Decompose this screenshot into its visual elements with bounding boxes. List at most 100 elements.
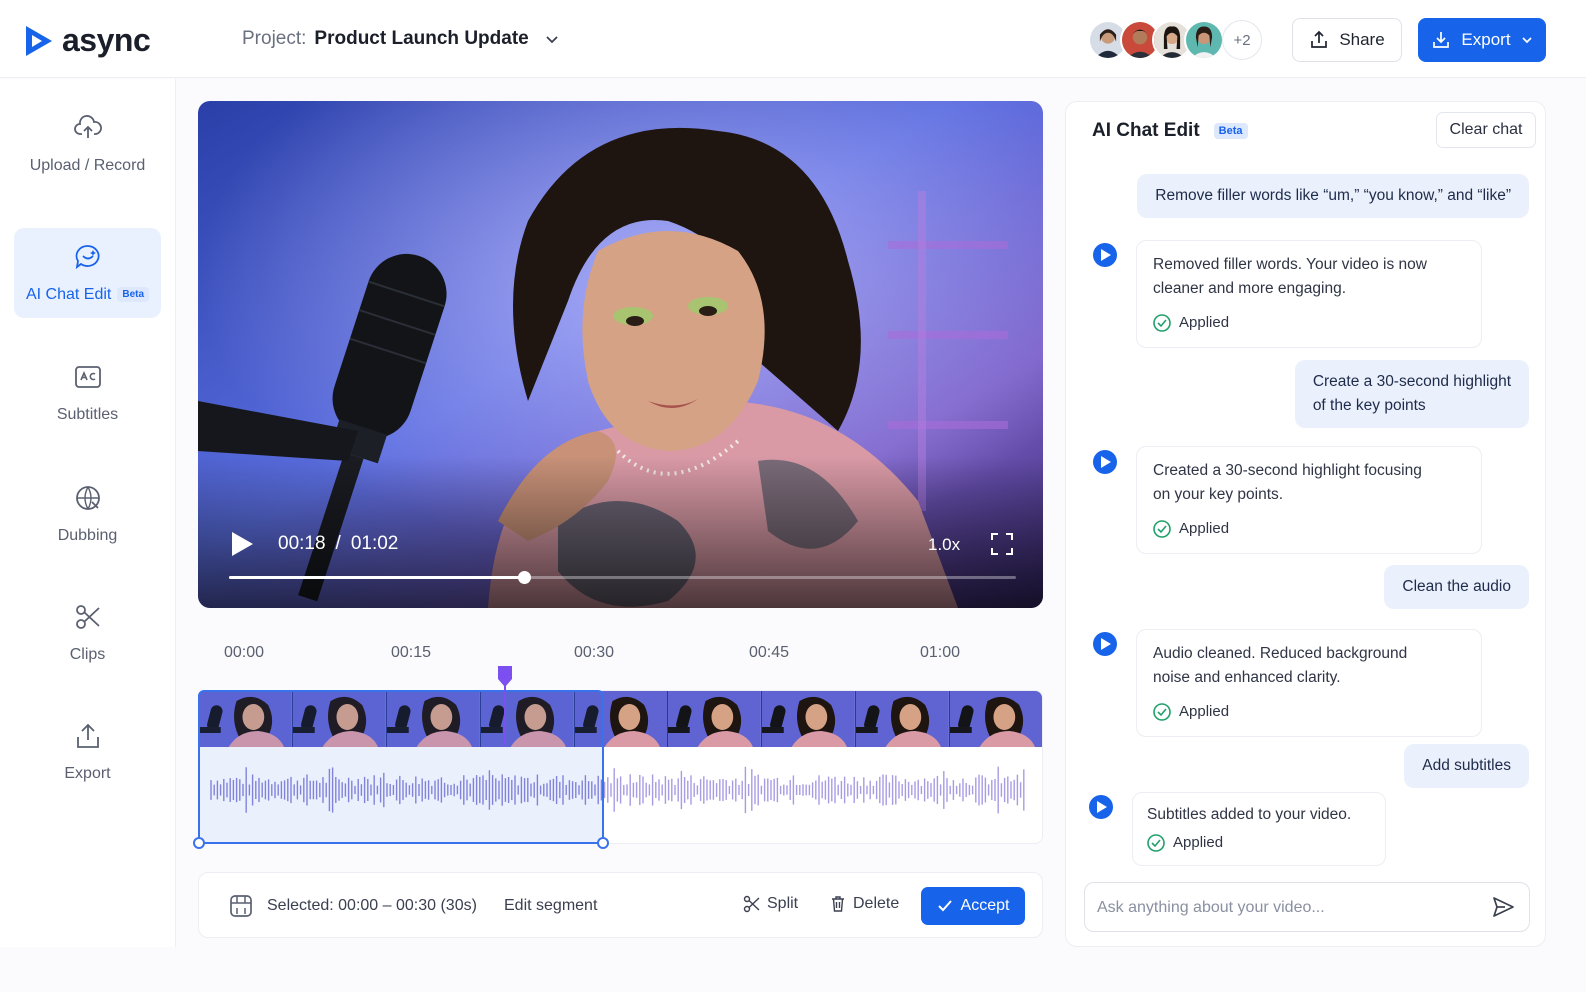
sidebar-item-label: Upload / Record <box>29 157 146 174</box>
sidebar-item-label: AI Chat Edit <box>25 286 112 303</box>
collaborator-avatars[interactable]: +2 <box>1088 20 1262 60</box>
download-icon <box>1433 32 1450 48</box>
selection-end-handle[interactable] <box>597 837 609 849</box>
ai-assistant-icon <box>1093 450 1117 474</box>
thumbnail <box>856 691 951 747</box>
ai-message: Created a 30-second highlight focusing o… <box>1136 446 1482 554</box>
export-icon <box>76 723 99 748</box>
tick-label: 00:15 <box>390 644 432 661</box>
thumbnail <box>668 691 763 747</box>
more-collaborators-badge[interactable]: +2 <box>1222 20 1262 60</box>
logo[interactable]: async <box>24 22 151 59</box>
upload-cloud-icon <box>73 115 102 138</box>
subtitles-icon <box>74 366 101 388</box>
top-header: async Project: Product Launch Update +2 <box>0 0 1586 78</box>
app-root: async Project: Product Launch Update +2 <box>0 0 1586 992</box>
time-separator: / <box>335 533 341 554</box>
message-line: on your key points. <box>1153 486 1284 503</box>
check-circle-icon <box>1147 834 1165 852</box>
playhead-line <box>504 690 506 746</box>
check-circle-icon <box>1153 520 1171 538</box>
message-text: Remove filler words like “um,” “you know… <box>1155 187 1511 204</box>
applied-status: Applied <box>1153 517 1465 541</box>
beta-badge: Beta <box>1213 122 1248 139</box>
timeline-ruler: 00:00 00:15 00:30 00:45 01:00 <box>198 640 1043 680</box>
accept-button[interactable]: Accept <box>921 887 1025 925</box>
user-message: Remove filler words like “um,” “you know… <box>1137 174 1529 218</box>
segment-toolbar: Selected: 00:00 – 00:30 (30s) Edit segme… <box>198 872 1043 938</box>
selected-range-label: Selected: 00:00 – 00:30 (30s) <box>267 897 477 914</box>
export-button[interactable]: Export <box>1418 18 1546 62</box>
export-label: Export <box>1461 30 1511 49</box>
fullscreen-icon[interactable] <box>990 532 1014 556</box>
message-line: Audio cleaned. Reduced background <box>1153 645 1408 662</box>
applied-label: Applied <box>1179 520 1230 537</box>
chat-title-text: AI Chat Edit <box>1092 120 1200 141</box>
trash-icon <box>832 896 844 912</box>
ai-chat-icon <box>75 245 99 270</box>
ai-assistant-icon <box>1093 243 1117 267</box>
sidebar-item-export[interactable]: Export <box>14 707 161 797</box>
user-message: Add subtitles <box>1404 744 1529 788</box>
avatar[interactable] <box>1184 20 1224 60</box>
message-line: Removed filler words. Your video is now <box>1153 256 1427 273</box>
applied-status: Applied <box>1147 831 1371 855</box>
user-message: Clean the audio <box>1384 565 1529 609</box>
progress-bar[interactable] <box>229 571 1016 584</box>
split-label: Split <box>767 895 799 912</box>
project-selector[interactable]: Project: Product Launch Update <box>242 28 559 50</box>
message-line: Subtitles added to your video. <box>1147 806 1352 823</box>
applied-label: Applied <box>1179 314 1230 331</box>
message-line: cleaner and more engaging. <box>1153 280 1347 297</box>
message-line: Create a 30-second highlight <box>1312 373 1511 390</box>
time-readout: 00:18 / 01:02 <box>278 533 398 555</box>
edit-segment-button[interactable]: Edit segment <box>504 897 597 915</box>
progress-knob[interactable] <box>518 571 532 584</box>
thumbnail <box>950 691 1042 747</box>
chat-input-box[interactable] <box>1084 882 1530 932</box>
chevron-down-icon <box>1521 37 1532 44</box>
duration: 01:02 <box>350 533 399 554</box>
ai-message: Audio cleaned. Reduced background noise … <box>1136 629 1482 737</box>
sidebar-item-label: Subtitles <box>56 406 119 423</box>
selection-start-handle[interactable] <box>193 837 205 849</box>
sidebar-item-ai-chat-edit[interactable]: AI Chat Edit Beta <box>14 228 161 318</box>
progress-fill <box>229 576 525 579</box>
delete-button[interactable]: Delete <box>829 895 899 913</box>
app-name: async <box>62 22 151 58</box>
tick-label: 00:45 <box>748 644 790 661</box>
project-name: Product Launch Update <box>314 28 529 49</box>
left-sidebar: Upload / Record AI Chat Edit Beta Subtitl… <box>0 79 176 947</box>
play-icon[interactable] <box>230 531 254 557</box>
message-text: Clean the audio <box>1402 578 1511 595</box>
share-button[interactable]: Share <box>1292 18 1402 62</box>
message-line: noise and enhanced clarity. <box>1153 669 1341 686</box>
chevron-down-icon <box>546 36 558 44</box>
split-button[interactable]: Split <box>743 895 798 913</box>
player-controls: 00:18 / 01:02 1.0x <box>198 101 1043 608</box>
sidebar-item-clips[interactable]: Clips <box>14 588 161 678</box>
sidebar-item-dubbing[interactable]: Dubbing <box>14 469 161 559</box>
send-icon[interactable] <box>1491 895 1515 919</box>
ai-chat-panel: AI Chat Edit Beta Clear chat Remove fille… <box>1065 101 1546 947</box>
scissors-icon <box>75 605 100 629</box>
video-player[interactable]: 00:18 / 01:02 1.0x <box>198 101 1043 608</box>
chat-input[interactable] <box>1097 893 1477 923</box>
ai-assistant-icon <box>1089 795 1113 819</box>
accept-label: Accept <box>960 897 1010 914</box>
sidebar-item-upload-record[interactable]: Upload / Record <box>14 99 161 189</box>
chat-title: AI Chat Edit Beta <box>1092 120 1248 142</box>
message-text: Add subtitles <box>1422 757 1511 774</box>
applied-status: Applied <box>1153 311 1465 335</box>
applied-label: Applied <box>1173 834 1224 851</box>
logo-mark-icon <box>26 25 52 56</box>
scissors-icon <box>743 895 760 913</box>
playback-speed[interactable]: 1.0x <box>928 535 960 555</box>
sidebar-item-subtitles[interactable]: Subtitles <box>14 348 161 438</box>
selection-range[interactable] <box>193 690 609 849</box>
check-circle-icon <box>1153 703 1171 721</box>
clear-chat-button[interactable]: Clear chat <box>1436 112 1536 148</box>
ai-message: Subtitles added to your video. Applied <box>1132 792 1386 866</box>
sidebar-item-label: Export <box>64 765 111 782</box>
share-icon <box>1311 30 1328 48</box>
